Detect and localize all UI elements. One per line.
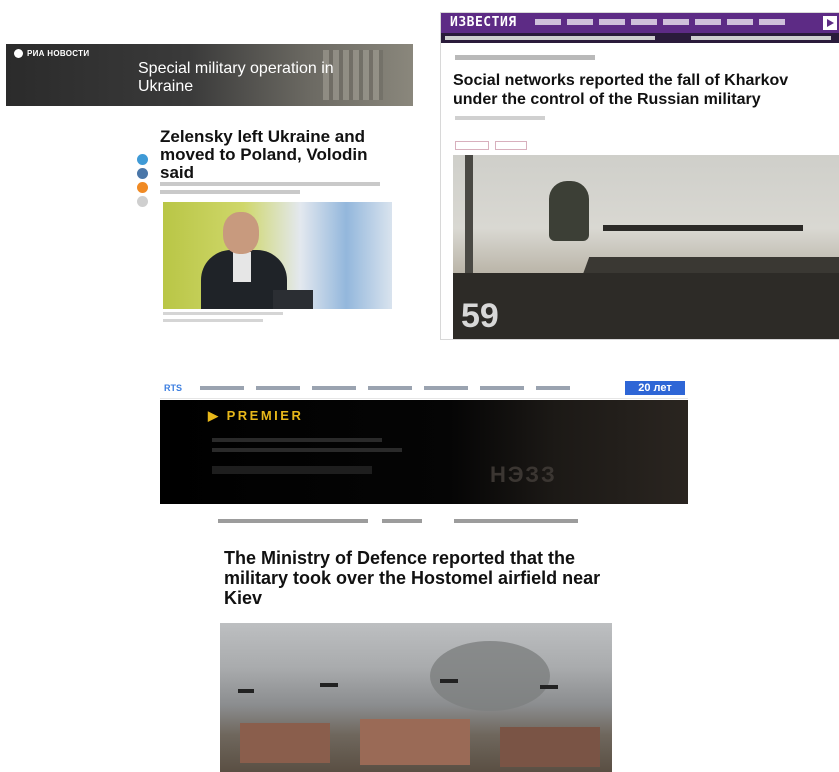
izvestia-logo[interactable]: ИЗВЕСТИЯ: [450, 15, 517, 30]
rts-anniversary-badge[interactable]: 20 лет: [625, 381, 685, 395]
ad-text-line: [212, 448, 402, 452]
photo-house: [240, 723, 330, 763]
izvestia-tag-chip[interactable]: [495, 141, 527, 150]
share-ok-icon[interactable]: [137, 182, 148, 193]
share-twitter-icon[interactable]: [137, 154, 148, 165]
ria-banner: РИА НОВОСТИ Special military operation i…: [6, 44, 413, 106]
ria-photo-caption-line: [163, 319, 263, 322]
photo-antenna: [465, 155, 473, 275]
ria-subtitle-line: [160, 182, 380, 186]
photo-smoke: [430, 641, 550, 711]
rts-article-screenshot: RTS 20 лет ▶ PREMIER НЭЗЗ The Ministry o…: [160, 378, 688, 772]
photo-machine-gun: [603, 225, 803, 231]
share-more-icon[interactable]: [137, 196, 148, 207]
photo-house: [500, 727, 600, 767]
photo-shirt: [233, 252, 251, 282]
ria-subtitle-line: [160, 190, 300, 194]
ria-logo-icon: [14, 49, 23, 58]
ria-logo-text: РИА НОВОСТИ: [27, 49, 90, 58]
ad-ghost-title: НЭЗЗ: [490, 462, 557, 487]
izvestia-rubric[interactable]: [455, 55, 595, 60]
ria-headline: Zelensky left Ukraine and moved to Polan…: [160, 127, 368, 182]
premier-ad-banner[interactable]: ▶ PREMIER НЭЗЗ: [160, 400, 688, 504]
photo-house: [360, 719, 470, 765]
rts-menu[interactable]: [200, 386, 570, 390]
photo-tank-body: [453, 273, 839, 339]
izvestia-menu[interactable]: [535, 19, 785, 25]
rts-headline: The Ministry of Defence reported that th…: [224, 548, 601, 608]
photo-tank-number: 59: [461, 297, 499, 335]
photo-soldier: [549, 181, 589, 241]
ticker-line: [691, 36, 831, 40]
ad-text-line: [212, 438, 382, 442]
izvestia-date: [455, 116, 545, 120]
izvestia-tag-chip[interactable]: [455, 141, 489, 150]
photo-person-head: [223, 212, 259, 254]
ria-logo[interactable]: РИА НОВОСТИ: [14, 49, 89, 58]
izvestia-navbar: ИЗВЕСТИЯ: [441, 13, 839, 33]
ria-article-screenshot: РИА НОВОСТИ Special military operation i…: [6, 44, 413, 344]
rts-article-meta: [218, 519, 578, 523]
rts-article-photo: [220, 623, 612, 772]
play-icon[interactable]: [823, 16, 837, 30]
rts-navbar: RTS 20 лет: [160, 378, 688, 399]
ria-photo-caption-line: [163, 312, 283, 315]
ticker-line: [445, 36, 655, 40]
ria-article-photo: [163, 202, 392, 309]
photo-helicopter: [440, 679, 458, 683]
izvestia-headline: Social networks reported the fall of Kha…: [453, 72, 789, 108]
izvestia-ticker[interactable]: [441, 33, 839, 43]
premier-label: ▶ PREMIER: [208, 408, 304, 423]
share-vk-icon[interactable]: [137, 168, 148, 179]
izvestia-article-screenshot: ИЗВЕСТИЯ Social networks reported the fa…: [441, 13, 839, 339]
photo-helicopter: [238, 689, 254, 693]
photo-podium: [273, 290, 313, 309]
ad-text-line: [212, 466, 372, 474]
photo-helicopter: [540, 685, 558, 689]
photo-helicopter: [320, 683, 338, 687]
ria-banner-title[interactable]: Special military operation in Ukraine: [138, 60, 368, 96]
izvestia-article-photo: 59: [453, 155, 839, 339]
rts-logo[interactable]: RTS: [164, 383, 182, 393]
